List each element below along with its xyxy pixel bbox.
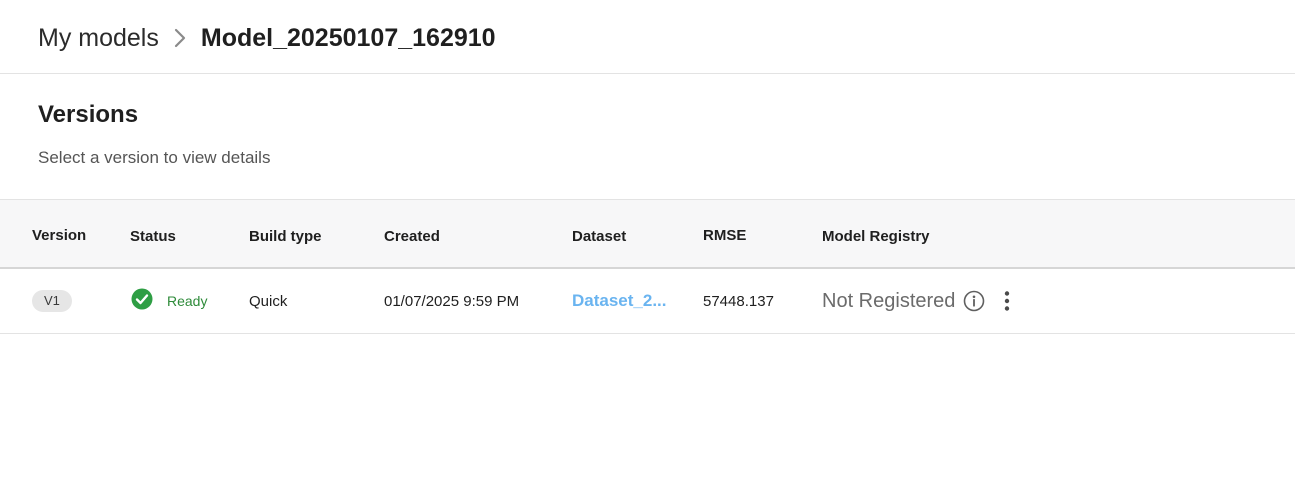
cell-dataset: Dataset_2... <box>572 269 667 333</box>
more-vertical-icon[interactable] <box>1003 290 1011 312</box>
cell-model-registry: Not Registered <box>822 269 1011 333</box>
breadcrumb-my-models-link[interactable]: My models <box>38 18 159 58</box>
info-icon[interactable] <box>963 290 985 312</box>
version-badge[interactable]: V1 <box>32 290 72 312</box>
table-header-row: Version Status Build type Created Datase… <box>0 199 1295 269</box>
versions-table: Version Status Build type Created Datase… <box>0 199 1295 334</box>
registry-status-label: Not Registered <box>822 289 956 312</box>
check-circle-icon <box>131 288 153 314</box>
column-header-status: Status <box>130 228 176 245</box>
chevron-right-icon <box>159 18 201 58</box>
cell-created: 01/07/2025 9:59 PM <box>384 292 520 310</box>
page-title: Model_20250107_162910 <box>200 24 496 52</box>
column-header-rmse: RMSE <box>703 227 747 244</box>
header-divider <box>0 73 1295 74</box>
column-header-model-registry: Model Registry <box>822 228 930 245</box>
cell-status: Ready <box>131 269 207 333</box>
model-versions-page: My models Model_20250107_162910 Versions… <box>0 0 1295 482</box>
column-header-build-type: Build type <box>249 228 322 245</box>
column-header-version: Version <box>32 227 87 244</box>
status-indicator: Ready <box>131 288 207 314</box>
column-header-created: Created <box>384 228 440 245</box>
cell-build-type: Quick <box>249 292 288 310</box>
column-header-dataset: Dataset <box>572 228 627 245</box>
status-label: Ready <box>167 293 208 309</box>
dataset-link[interactable]: Dataset_2... <box>572 291 667 311</box>
breadcrumb: My models Model_20250107_162910 <box>38 18 496 58</box>
table-row[interactable]: V1 Ready Quick 01/07/2025 9:59 PM Datase… <box>0 269 1295 334</box>
model-registry-status: Not Registered <box>822 290 1011 313</box>
cell-version: V1 <box>32 269 72 333</box>
versions-subtitle: Select a version to view details <box>38 148 271 167</box>
cell-rmse: 57448.137 <box>703 292 774 310</box>
versions-heading: Versions <box>38 101 139 128</box>
